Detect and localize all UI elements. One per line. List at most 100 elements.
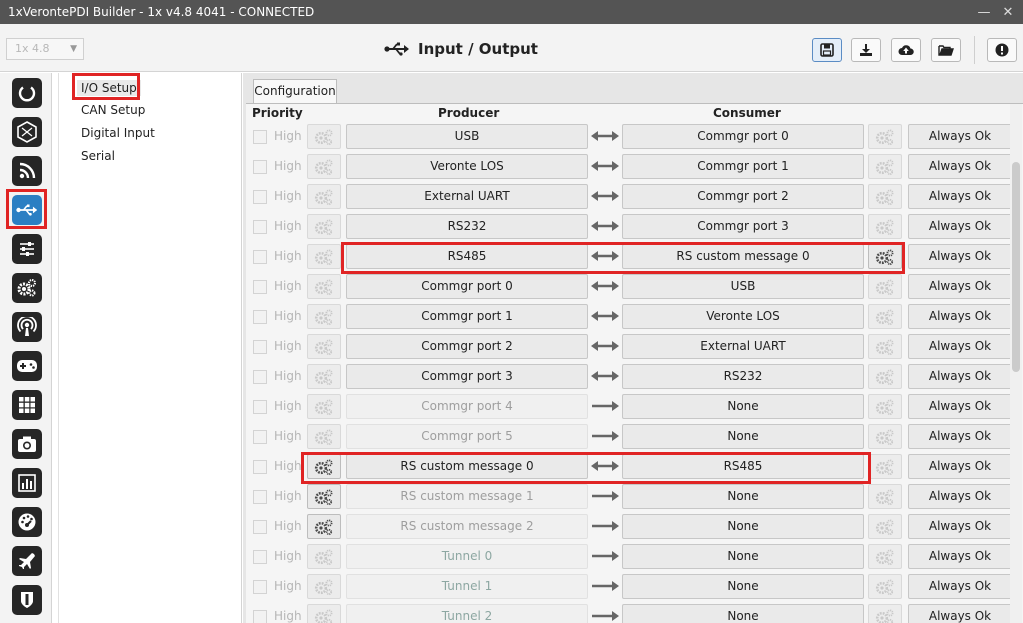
consumer-button[interactable]: None [622,544,864,569]
producer-settings-button[interactable] [307,544,341,569]
priority-checkbox[interactable] [253,370,267,384]
consumer-settings-button[interactable] [868,544,902,569]
nav-security[interactable] [12,585,42,615]
priority-checkbox[interactable] [253,580,267,594]
consumer-settings-button[interactable] [868,514,902,539]
consumer-settings-button[interactable] [868,604,902,623]
status-button[interactable]: Always Ok [908,604,1012,623]
consumer-settings-button[interactable] [868,154,902,179]
priority-checkbox[interactable] [253,520,267,534]
priority-checkbox[interactable] [253,400,267,414]
producer-button[interactable]: External UART [346,184,588,209]
nav-hexagon[interactable] [12,117,42,147]
nav-camera[interactable] [12,429,42,459]
producer-button[interactable]: Commgr port 1 [346,304,588,329]
priority-checkbox[interactable] [253,190,267,204]
open-folder-button[interactable] [931,38,961,62]
producer-button[interactable]: Commgr port 3 [346,364,588,389]
nav-configuration[interactable] [12,273,42,303]
producer-settings-button[interactable] [307,154,341,179]
producer-settings-button[interactable] [307,124,341,149]
submenu-item-can-setup[interactable]: CAN Setup [81,103,145,117]
status-button[interactable]: Always Ok [908,544,1012,569]
producer-button[interactable]: Commgr port 5 [346,424,588,449]
producer-button[interactable]: Commgr port 2 [346,334,588,359]
status-button[interactable]: Always Ok [908,154,1012,179]
producer-settings-button[interactable] [307,604,341,623]
status-button[interactable]: Always Ok [908,274,1012,299]
nav-broadcast[interactable] [12,312,42,342]
save-button[interactable] [812,38,842,62]
priority-checkbox[interactable] [253,550,267,564]
status-button[interactable]: Always Ok [908,304,1012,329]
producer-settings-button[interactable] [307,574,341,599]
producer-button[interactable]: Tunnel 0 [346,544,588,569]
status-button[interactable]: Always Ok [908,214,1012,239]
nav-gamepad[interactable] [12,351,42,381]
info-button[interactable] [987,38,1017,62]
nav-power[interactable] [12,78,42,108]
status-button[interactable]: Always Ok [908,514,1012,539]
status-button[interactable]: Always Ok [908,394,1012,419]
status-button[interactable]: Always Ok [908,424,1012,449]
priority-checkbox[interactable] [253,340,267,354]
status-button[interactable]: Always Ok [908,454,1012,479]
consumer-button[interactable]: None [622,484,864,509]
producer-settings-button[interactable] [307,304,341,329]
cloud-upload-button[interactable] [891,38,921,62]
producer-button[interactable]: Commgr port 0 [346,274,588,299]
consumer-settings-button[interactable] [868,394,902,419]
consumer-settings-button[interactable] [868,214,902,239]
consumer-button[interactable]: Commgr port 0 [622,124,864,149]
consumer-button[interactable]: None [622,424,864,449]
minimize-icon[interactable]: — [975,5,993,20]
priority-checkbox[interactable] [253,220,267,234]
producer-settings-button[interactable] [307,334,341,359]
status-button[interactable]: Always Ok [908,124,1012,149]
status-button[interactable]: Always Ok [908,364,1012,389]
consumer-button[interactable]: None [622,514,864,539]
submenu-item-serial[interactable]: Serial [81,149,115,163]
producer-button[interactable]: USB [346,124,588,149]
producer-settings-button[interactable] [307,214,341,239]
priority-checkbox[interactable] [253,490,267,504]
consumer-button[interactable]: Veronte LOS [622,304,864,329]
consumer-button[interactable]: None [622,604,864,623]
consumer-settings-button[interactable] [868,454,902,479]
producer-settings-button[interactable] [307,364,341,389]
nav-grid[interactable] [12,390,42,420]
version-select[interactable]: 1x 4.8 ▼ [6,38,84,60]
producer-settings-button[interactable] [307,514,341,539]
download-button[interactable] [851,38,881,62]
consumer-button[interactable]: Commgr port 3 [622,214,864,239]
producer-settings-button[interactable] [307,244,341,269]
priority-checkbox[interactable] [253,160,267,174]
producer-button[interactable]: Tunnel 2 [346,604,588,623]
producer-settings-button[interactable] [307,424,341,449]
status-button[interactable]: Always Ok [908,574,1012,599]
consumer-button[interactable]: None [622,574,864,599]
nav-sliders[interactable] [12,234,42,264]
status-button[interactable]: Always Ok [908,334,1012,359]
consumer-settings-button[interactable] [868,574,902,599]
status-button[interactable]: Always Ok [908,184,1012,209]
consumer-settings-button[interactable] [868,484,902,509]
nav-gauge[interactable] [12,507,42,537]
status-button[interactable]: Always Ok [908,484,1012,509]
producer-button[interactable]: Veronte LOS [346,154,588,179]
priority-checkbox[interactable] [253,610,267,623]
priority-checkbox[interactable] [253,310,267,324]
close-icon[interactable]: ✕ [999,5,1017,20]
priority-checkbox[interactable] [253,130,267,144]
priority-checkbox[interactable] [253,280,267,294]
nav-flight[interactable] [12,546,42,576]
producer-button[interactable]: RS232 [346,214,588,239]
producer-button[interactable]: RS custom message 2 [346,514,588,539]
nav-charts[interactable] [12,468,42,498]
producer-button[interactable]: RS custom message 1 [346,484,588,509]
consumer-settings-button[interactable] [868,184,902,209]
tab-configuration[interactable]: Configuration [253,79,337,103]
consumer-settings-button[interactable] [868,124,902,149]
status-button[interactable]: Always Ok [908,244,1012,269]
producer-settings-button[interactable] [307,274,341,299]
